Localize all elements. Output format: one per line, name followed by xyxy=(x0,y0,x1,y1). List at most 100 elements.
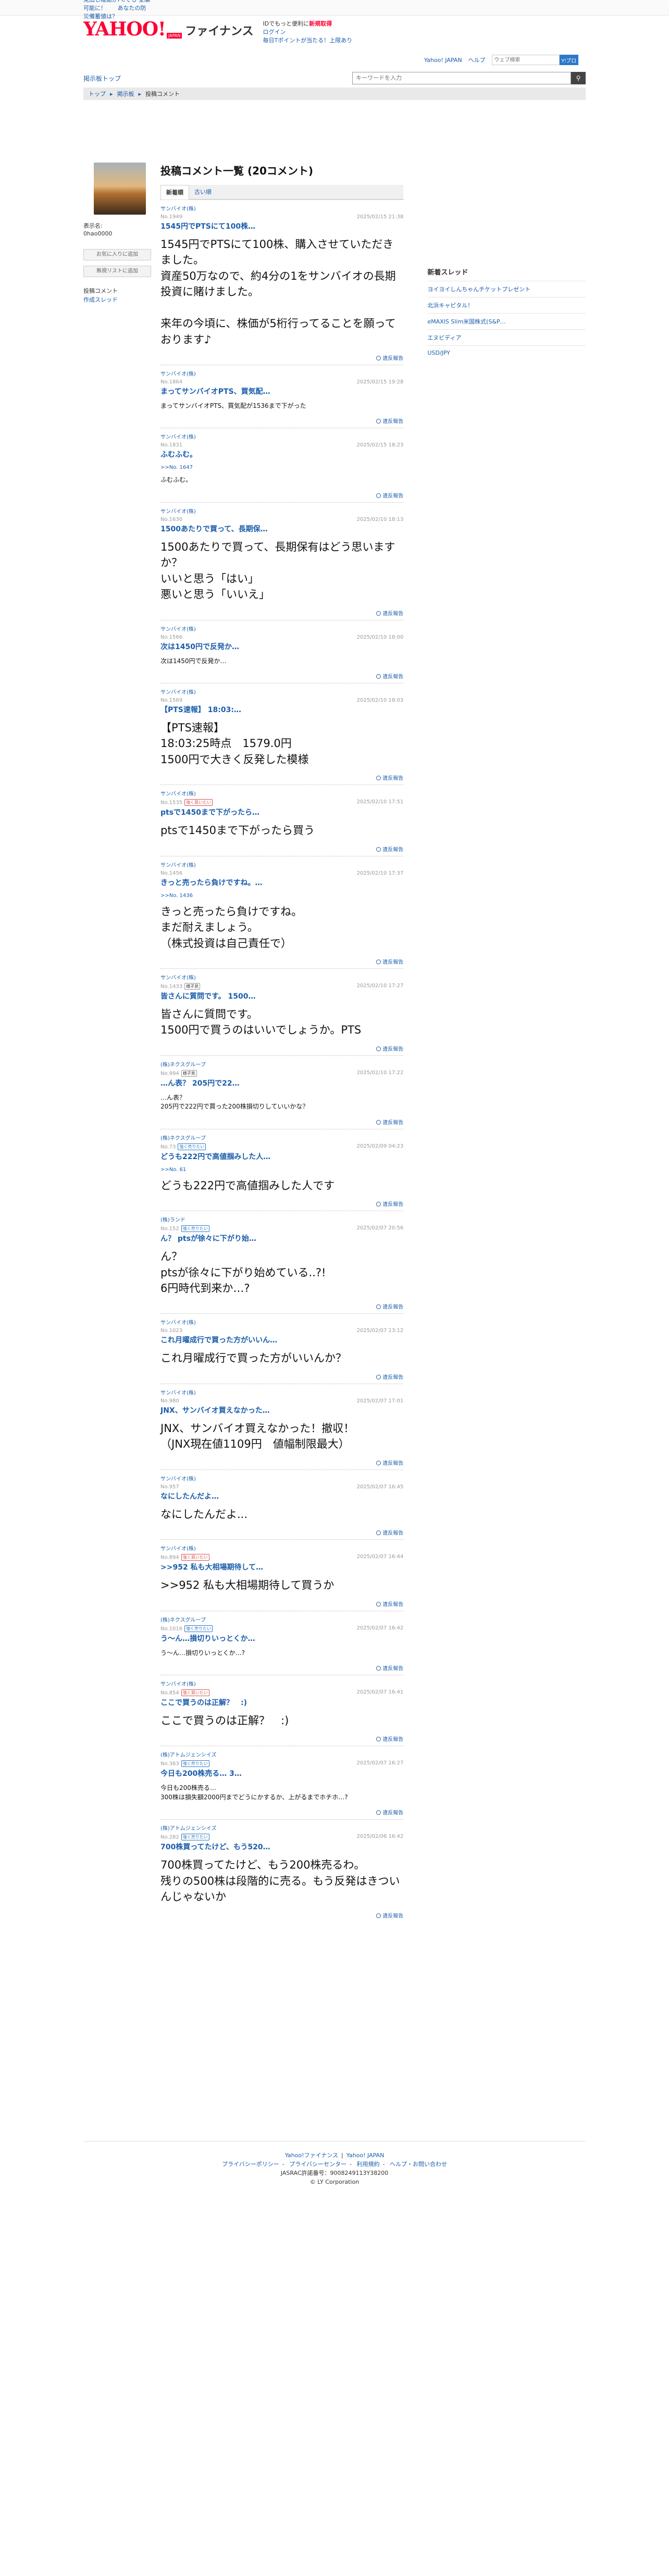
stock-name-link[interactable]: サンバイオ(株) xyxy=(160,1544,403,1552)
comment-number[interactable]: No.73 xyxy=(160,1144,176,1150)
comment-title-link[interactable]: きっと売ったら負けですね。… xyxy=(160,877,403,888)
stock-name-link[interactable]: サンバイオ(株) xyxy=(160,432,403,440)
comment-number[interactable]: No.1864 xyxy=(160,379,182,385)
footer-privacy-center-link[interactable]: プライバシーセンター xyxy=(289,2161,346,2168)
report-link[interactable]: 違反報告 xyxy=(160,1735,403,1743)
comment-title-link[interactable]: JNX、サンバイオ買えなかった… xyxy=(160,1405,403,1415)
reply-to-link[interactable]: >>No. 1436 xyxy=(160,893,403,899)
signup-link[interactable]: 新規取得 xyxy=(309,20,332,27)
comment-number[interactable]: No.994 xyxy=(160,1071,179,1076)
add-favorite-button[interactable]: お気に入りに追加 xyxy=(83,249,151,260)
comment-title-link[interactable]: 1500あたりで買って、長期保… xyxy=(160,524,403,534)
side-link-threads[interactable]: 作成スレッド xyxy=(83,296,118,303)
comment-number[interactable]: No.957 xyxy=(160,1484,179,1490)
comment-number[interactable]: No.1016 xyxy=(160,1626,182,1632)
comment-title-link[interactable]: ptsで1450まで下がったら… xyxy=(160,807,403,817)
report-link[interactable]: 違反報告 xyxy=(160,609,403,617)
yahoo-japan-link[interactable]: Yahoo! JAPAN xyxy=(424,57,462,64)
footer-privacy-link[interactable]: プライバシーポリシー xyxy=(222,2161,279,2168)
stock-name-link[interactable]: (株)ネクスグループ xyxy=(160,1134,403,1141)
login-link[interactable]: ログイン xyxy=(263,29,286,35)
report-link[interactable]: 違反報告 xyxy=(160,672,403,680)
stock-name-link[interactable]: (株)アトムジェンシイズ xyxy=(160,1824,403,1832)
comment-number[interactable]: No.1535 xyxy=(160,800,182,806)
stock-name-link[interactable]: サンバイオ(株) xyxy=(160,973,403,981)
comment-number[interactable]: No.1569 xyxy=(160,698,182,703)
comment-title-link[interactable]: 700株買ってたけど、もう520… xyxy=(160,1841,403,1852)
breadcrumb-top[interactable]: トップ xyxy=(89,90,106,98)
add-ignore-button[interactable]: 無視リストに追加 xyxy=(83,266,151,277)
report-link[interactable]: 違反報告 xyxy=(160,845,403,853)
stock-name-link[interactable]: (株)ネクスグループ xyxy=(160,1615,403,1623)
report-link[interactable]: 違反報告 xyxy=(160,1528,403,1536)
stock-name-link[interactable]: サンバイオ(株) xyxy=(160,861,403,868)
report-link[interactable]: 違反報告 xyxy=(160,957,403,965)
report-link[interactable]: 違反報告 xyxy=(160,1373,403,1380)
comment-number[interactable]: No.1433 xyxy=(160,984,182,990)
comment-number[interactable]: No.1566 xyxy=(160,634,182,640)
comment-number[interactable]: No.1023 xyxy=(160,1328,182,1334)
stock-name-link[interactable]: サンバイオ(株) xyxy=(160,204,403,212)
report-link[interactable]: 違反報告 xyxy=(160,1118,403,1126)
report-link[interactable]: 違反報告 xyxy=(160,1600,403,1608)
comment-title-link[interactable]: >>952 私も大相場期待して… xyxy=(160,1562,403,1572)
stock-name-link[interactable]: サンバイオ(株) xyxy=(160,688,403,695)
tab-oldest[interactable]: 古い順 xyxy=(189,185,217,200)
report-link[interactable]: 違反報告 xyxy=(160,1808,403,1816)
comment-number[interactable]: No.152 xyxy=(160,1226,179,1232)
thread-link[interactable]: USD/JPY xyxy=(427,345,586,360)
stock-name-link[interactable]: サンバイオ(株) xyxy=(160,1388,403,1396)
comment-number[interactable]: No.1456 xyxy=(160,870,182,876)
comment-number[interactable]: No.282 xyxy=(160,1835,179,1840)
thread-link[interactable]: エヌビディア xyxy=(427,329,586,345)
stock-name-link[interactable]: サンバイオ(株) xyxy=(160,1474,403,1482)
stock-name-link[interactable]: サンバイオ(株) xyxy=(160,507,403,515)
comment-title-link[interactable]: 次は1450円で反発か… xyxy=(160,641,403,652)
report-link[interactable]: 違反報告 xyxy=(160,1044,403,1052)
thread-link[interactable]: ヨイヨイしんちゃんチケットプレゼント xyxy=(427,281,586,297)
stock-name-link[interactable]: サンバイオ(株) xyxy=(160,369,403,377)
side-link-comments[interactable]: 投稿コメント xyxy=(83,287,151,295)
comment-number[interactable]: No.894 xyxy=(160,1555,179,1561)
comment-title-link[interactable]: ん？ ptsが徐々に下がり始… xyxy=(160,1233,403,1243)
thread-link[interactable]: 北浜キャピタル！ xyxy=(427,297,586,313)
stock-name-link[interactable]: サンバイオ(株) xyxy=(160,1318,403,1326)
report-link[interactable]: 違反報告 xyxy=(160,1200,403,1208)
web-search-button[interactable]: Y!プロ xyxy=(559,55,578,65)
comment-title-link[interactable]: 【PTS速報】 18:03:… xyxy=(160,704,403,715)
report-link[interactable]: 違反報告 xyxy=(160,1911,403,1919)
stock-name-link[interactable]: サンバイオ(株) xyxy=(160,789,403,797)
report-link[interactable]: 違反報告 xyxy=(160,491,403,499)
comment-number[interactable]: No.980 xyxy=(160,1398,179,1404)
comment-title-link[interactable]: ふむふむ。 xyxy=(160,449,403,459)
tpoint-link[interactable]: 毎日Tポイントが当たる！上限あり xyxy=(263,37,352,44)
comment-title-link[interactable]: 今日も200株売る… 3… xyxy=(160,1768,403,1778)
comment-title-link[interactable]: 皆さんに質問です。 1500… xyxy=(160,991,403,1001)
stock-name-link[interactable]: (株)ランド xyxy=(160,1215,403,1223)
comment-number[interactable]: No.1949 xyxy=(160,214,182,220)
comment-title-link[interactable]: まってサンバイオPTS、買気配… xyxy=(160,386,403,396)
report-link[interactable]: 違反報告 xyxy=(160,1302,403,1310)
footer-finance-link[interactable]: Yahoo!ファイナンス xyxy=(285,2152,338,2159)
report-link[interactable]: 違反報告 xyxy=(160,1664,403,1672)
report-link[interactable]: 違反報告 xyxy=(160,774,403,781)
thread-link[interactable]: eMAXIS Slim米国株式(S&P… xyxy=(427,313,586,329)
stock-name-link[interactable]: サンバイオ(株) xyxy=(160,1679,403,1687)
comment-title-link[interactable]: 1545円でPTSにて100株… xyxy=(160,221,403,231)
help-link[interactable]: ヘルプ xyxy=(468,56,486,64)
search-icon[interactable]: ⚲ xyxy=(571,72,586,84)
comment-title-link[interactable]: どうも222円で高値掴みした人… xyxy=(160,1151,403,1162)
comment-number[interactable]: No.1831 xyxy=(160,442,182,448)
comment-title-link[interactable]: なにしたんだよ… xyxy=(160,1491,403,1501)
comment-number[interactable]: No.363 xyxy=(160,1761,179,1767)
yahoo-finance-logo[interactable]: YAHOO! JAPAN ファイナンス xyxy=(83,20,253,39)
report-link[interactable]: 違反報告 xyxy=(160,1459,403,1466)
comment-number[interactable]: No.854 xyxy=(160,1690,179,1696)
stock-name-link[interactable]: (株)ネクスグループ xyxy=(160,1060,403,1068)
comment-number[interactable]: No.1630 xyxy=(160,517,182,522)
keyword-search-input[interactable] xyxy=(352,72,571,84)
footer-terms-link[interactable]: 利用規約 xyxy=(357,2161,380,2168)
comment-title-link[interactable]: これ月曜成行で買った方がいいん… xyxy=(160,1335,403,1345)
web-search-input[interactable] xyxy=(491,55,560,65)
report-link[interactable]: 違反報告 xyxy=(160,354,403,362)
